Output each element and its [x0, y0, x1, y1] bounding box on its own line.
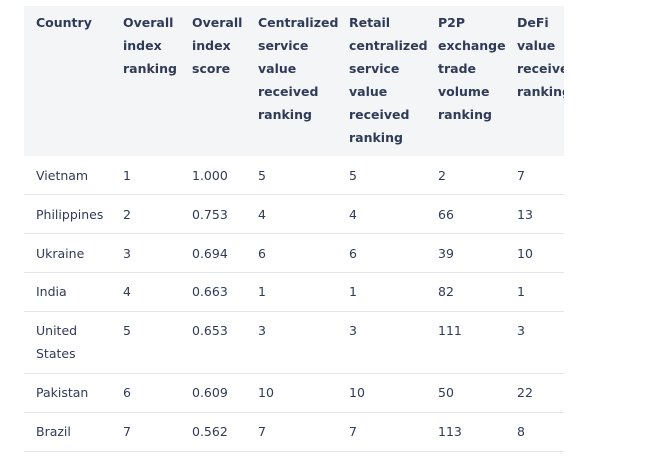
- cell-defi-ranking: 10: [517, 246, 533, 261]
- cell-defi-ranking: 1: [517, 284, 525, 299]
- header-centralized-service-ranking: Centralized service value received ranki…: [258, 15, 339, 122]
- cell-p2p-ranking: 111: [438, 323, 462, 338]
- header-retail-centralized-ranking: Retail centralized service value receive…: [349, 15, 428, 145]
- cell-defi-ranking: 13: [517, 207, 533, 222]
- cell-retail-ranking: 6: [349, 246, 357, 261]
- cell-p2p-ranking: 66: [438, 207, 454, 222]
- ranking-table: Country Overall index ranking Overall in…: [24, 6, 564, 465]
- cell-overall-ranking: 4: [123, 284, 131, 299]
- cell-retail-ranking: 3: [349, 323, 357, 338]
- cell-retail-ranking: 10: [349, 385, 365, 400]
- cell-defi-ranking: 7: [517, 168, 525, 183]
- cell-overall-ranking: 1: [123, 168, 131, 183]
- table-row: Pakistan 6 0.609 10 10 50 22: [24, 374, 564, 413]
- cell-centralized-ranking: 5: [258, 168, 266, 183]
- header-p2p-ranking: P2P exchange trade volume ranking: [438, 15, 506, 122]
- cell-p2p-ranking: 113: [438, 424, 462, 439]
- cell-overall-score: 0.694: [192, 246, 228, 261]
- cell-retail-ranking: 7: [349, 424, 357, 439]
- table-row: India 4 0.663 1 1 82 1: [24, 273, 564, 312]
- cell-country: Philippines: [36, 207, 104, 222]
- cell-centralized-ranking: 4: [258, 207, 266, 222]
- cell-overall-ranking: 5: [123, 323, 131, 338]
- cell-p2p-ranking: 39: [438, 246, 454, 261]
- table-row: Brazil 7 0.562 7 7 113 8: [24, 413, 564, 452]
- header-defi-ranking: DeFi value received ranking: [517, 15, 564, 99]
- cell-overall-score: 0.663: [192, 284, 228, 299]
- cell-retail-ranking: 4: [349, 207, 357, 222]
- cell-retail-ranking: 1: [349, 284, 357, 299]
- cell-country: Ukraine: [36, 246, 85, 261]
- cell-defi-ranking: 8: [517, 424, 525, 439]
- cell-country: Brazil: [36, 424, 71, 439]
- cell-centralized-ranking: 6: [258, 246, 266, 261]
- cell-centralized-ranking: 7: [258, 424, 266, 439]
- table-row: Ukraine 3 0.694 6 6 39 10: [24, 234, 564, 273]
- cell-centralized-ranking: 3: [258, 323, 266, 338]
- header-country: Country: [36, 15, 92, 30]
- cell-overall-score: 0.562: [192, 424, 228, 439]
- cell-overall-score: 1.000: [192, 168, 228, 183]
- cell-overall-score: 0.609: [192, 385, 228, 400]
- cell-overall-ranking: 2: [123, 207, 131, 222]
- cell-country: Pakistan: [36, 385, 89, 400]
- cell-defi-ranking: 3: [517, 323, 525, 338]
- header-overall-index-score: Overall index score: [192, 15, 243, 76]
- cell-centralized-ranking: 10: [258, 385, 274, 400]
- cell-p2p-ranking: 2: [438, 168, 446, 183]
- cell-overall-score: 0.653: [192, 323, 228, 338]
- cell-centralized-ranking: 1: [258, 284, 266, 299]
- cell-overall-score: 0.753: [192, 207, 228, 222]
- cell-defi-ranking: 22: [517, 385, 533, 400]
- table-row: United States 5 0.653 3 3 111 3: [24, 312, 564, 374]
- table-row: Vietnam 1 1.000 5 5 2 7: [24, 156, 564, 195]
- cell-country: United States: [36, 323, 78, 361]
- cell-retail-ranking: 5: [349, 168, 357, 183]
- cell-p2p-ranking: 82: [438, 284, 454, 299]
- table-row: Philippines 2 0.753 4 4 66 13: [24, 195, 564, 234]
- cell-overall-ranking: 3: [123, 246, 131, 261]
- cell-country: Vietnam: [36, 168, 89, 183]
- cell-overall-ranking: 6: [123, 385, 131, 400]
- header-overall-index-ranking: Overall index ranking: [123, 15, 177, 76]
- cell-p2p-ranking: 50: [438, 385, 454, 400]
- cell-overall-ranking: 7: [123, 424, 131, 439]
- table-header: Country Overall index ranking Overall in…: [24, 6, 564, 157]
- cell-country: India: [36, 284, 67, 299]
